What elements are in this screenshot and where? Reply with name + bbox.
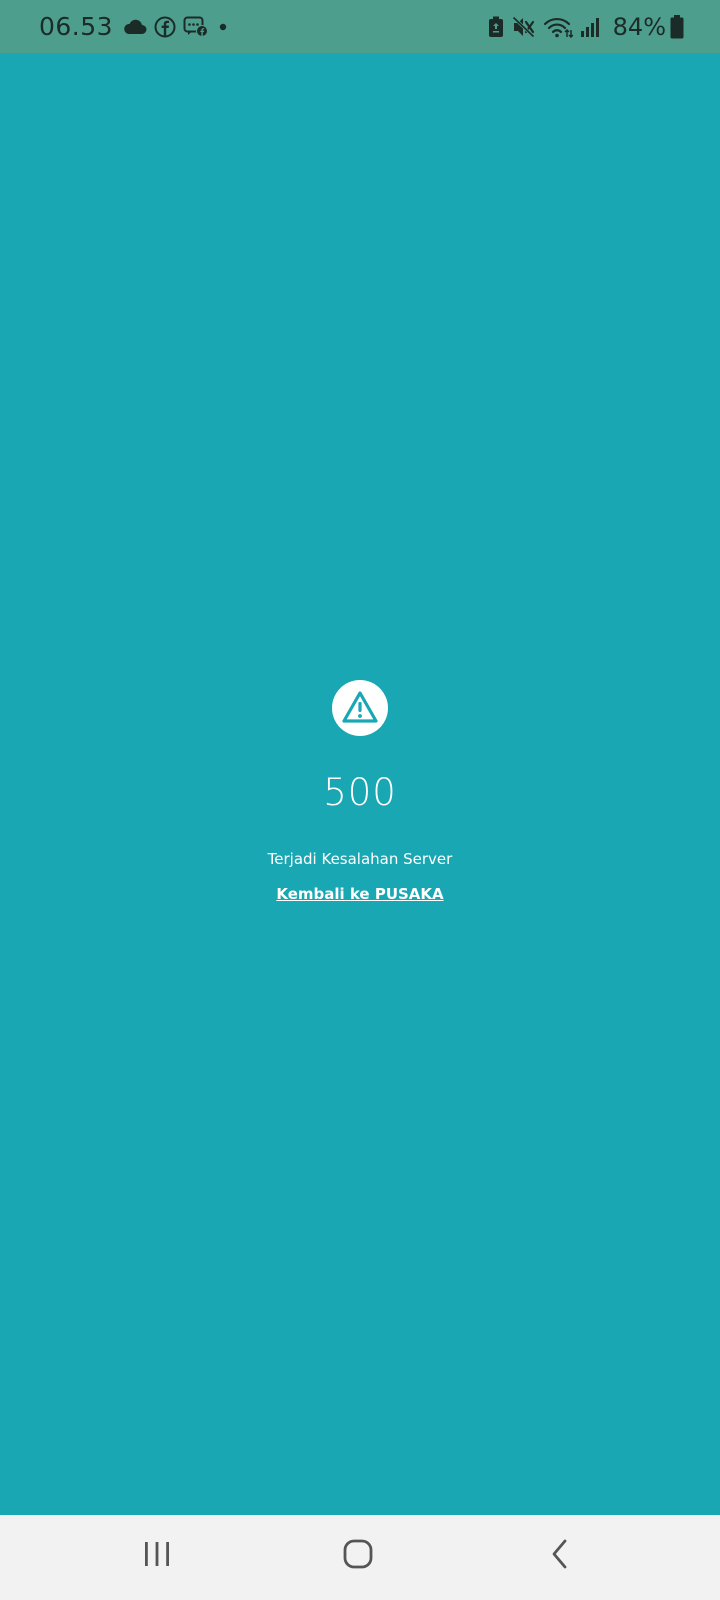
facebook-icon xyxy=(154,16,176,38)
battery-percent: 84% xyxy=(612,12,666,41)
back-arrow-icon xyxy=(548,1538,572,1574)
dot-icon xyxy=(216,20,230,34)
warning-triangle-icon xyxy=(332,680,388,736)
error-code: 500 xyxy=(323,771,397,814)
mute-icon xyxy=(511,15,536,38)
cloud-icon xyxy=(123,19,147,35)
clock: 06.53 xyxy=(39,12,114,41)
signal-icon xyxy=(580,16,602,38)
battery-icon xyxy=(670,14,684,39)
back-to-pusaka-link[interactable]: Kembali ke PUSAKA xyxy=(0,885,720,903)
status-right: 84% xyxy=(487,13,684,41)
recent-apps-icon xyxy=(142,1540,172,1572)
home-icon xyxy=(342,1538,374,1574)
home-button[interactable] xyxy=(328,1535,388,1577)
status-bar: 06.53 84% xyxy=(0,0,720,53)
error-message: Terjadi Kesalahan Server xyxy=(267,850,453,868)
recent-apps-button[interactable] xyxy=(127,1535,187,1577)
navigation-bar xyxy=(0,1515,720,1600)
battery-saver-icon xyxy=(487,16,505,38)
screen: 06.53 84% 500 Terjadi Kesalahan Server K… xyxy=(0,0,720,1600)
messenger-icon xyxy=(183,16,209,38)
back-button[interactable] xyxy=(530,1535,590,1577)
status-left: 06.53 xyxy=(39,12,237,41)
error-content: 500 Terjadi Kesalahan Server Kembali ke … xyxy=(0,53,720,1515)
wifi-icon xyxy=(543,16,573,38)
